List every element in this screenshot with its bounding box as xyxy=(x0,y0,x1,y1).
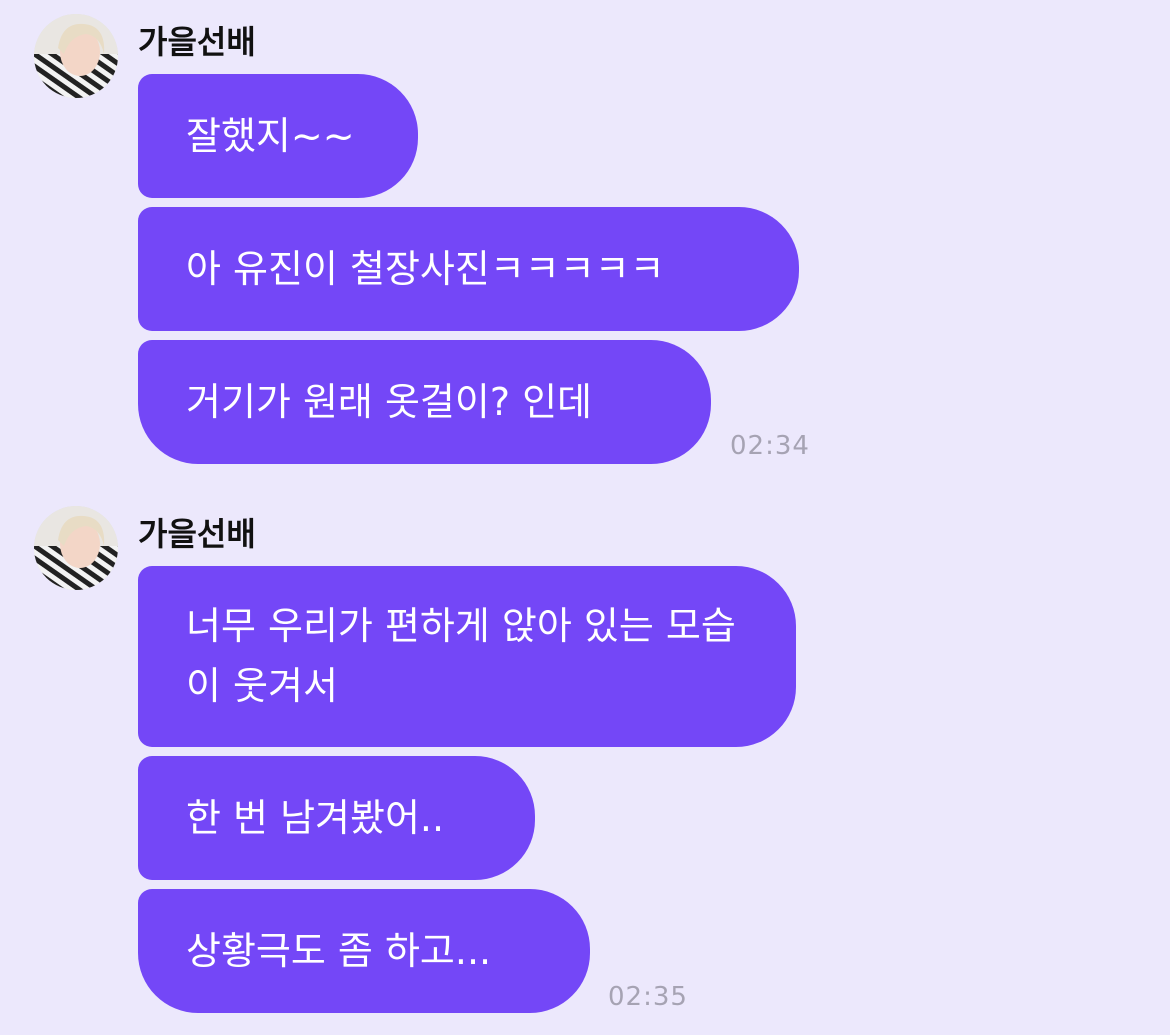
timestamp: 02:34 xyxy=(730,431,810,461)
avatar[interactable] xyxy=(34,14,118,98)
sender-name: 가을선배 xyxy=(138,23,256,61)
message-bubble[interactable]: 한 번 남겨봤어.. xyxy=(138,756,535,880)
message-bubble[interactable]: 너무 우리가 편하게 앉아 있는 모습이 웃겨서 xyxy=(138,566,796,747)
message-bubble[interactable]: 아 유진이 철장사진ㅋㅋㅋㅋㅋ xyxy=(138,207,799,331)
profile-photo-icon xyxy=(34,14,118,98)
timestamp: 02:35 xyxy=(608,982,688,1012)
avatar[interactable] xyxy=(34,506,118,590)
profile-photo-icon xyxy=(34,506,118,590)
message-bubble[interactable]: 잘했지~~ xyxy=(138,74,418,198)
message-bubble[interactable]: 거기가 원래 옷걸이? 인데 xyxy=(138,340,711,464)
sender-name: 가을선배 xyxy=(138,515,256,553)
message-bubble[interactable]: 상황극도 좀 하고... xyxy=(138,889,590,1013)
